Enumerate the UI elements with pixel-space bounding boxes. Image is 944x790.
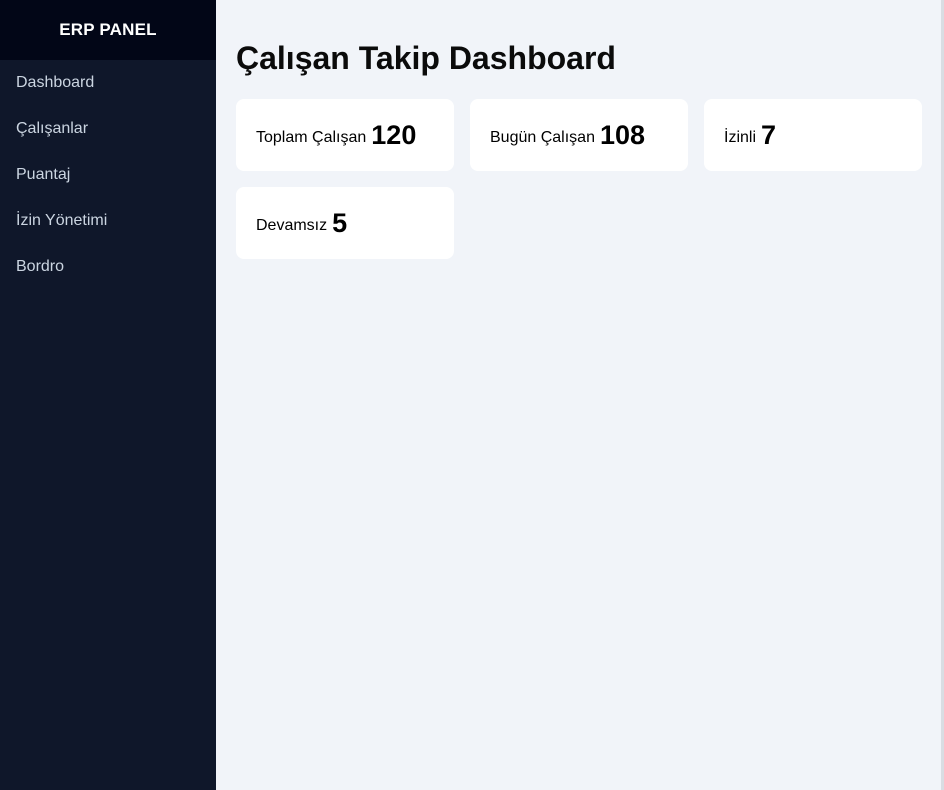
- sidebar-item-employees[interactable]: Çalışanlar: [0, 109, 216, 155]
- sidebar-item-timesheet[interactable]: Puantaj: [0, 155, 216, 201]
- stat-card-value: 108: [599, 119, 646, 150]
- stat-card-value: 7: [761, 119, 777, 150]
- sidebar: ERP PANEL Dashboard Çalışanlar Puantaj İ…: [0, 0, 216, 790]
- stat-card-label: Bugün Çalışan: [490, 129, 595, 146]
- app-root: ERP PANEL Dashboard Çalışanlar Puantaj İ…: [0, 0, 944, 790]
- sidebar-item-leave-management[interactable]: İzin Yönetimi: [0, 201, 216, 247]
- page-title: Çalışan Takip Dashboard: [236, 40, 616, 76]
- sidebar-brand: ERP PANEL: [0, 0, 216, 60]
- stat-card-label: Toplam Çalışan: [256, 129, 367, 146]
- stat-card-on-leave: İzinli 7: [704, 99, 922, 171]
- stat-card-value: 5: [332, 207, 348, 238]
- main-content: Çalışan Takip Dashboard Toplam Çalışan 1…: [216, 0, 944, 790]
- stat-card-total-employees: Toplam Çalışan 120: [236, 99, 454, 171]
- sidebar-item-dashboard[interactable]: Dashboard: [0, 63, 216, 109]
- stat-card-value: 120: [371, 119, 417, 150]
- stat-card-label: İzinli: [724, 129, 757, 146]
- stats-cards: Toplam Çalışan 120 Bugün Çalışan 108 İzi…: [236, 99, 924, 259]
- sidebar-item-payroll[interactable]: Bordro: [0, 247, 216, 293]
- sidebar-nav: Dashboard Çalışanlar Puantaj İzin Yöneti…: [0, 60, 216, 293]
- stat-card-absent: Devamsız 5: [236, 187, 454, 259]
- stat-card-label: Devamsız: [256, 217, 328, 234]
- stat-card-working-today: Bugün Çalışan 108: [470, 99, 688, 171]
